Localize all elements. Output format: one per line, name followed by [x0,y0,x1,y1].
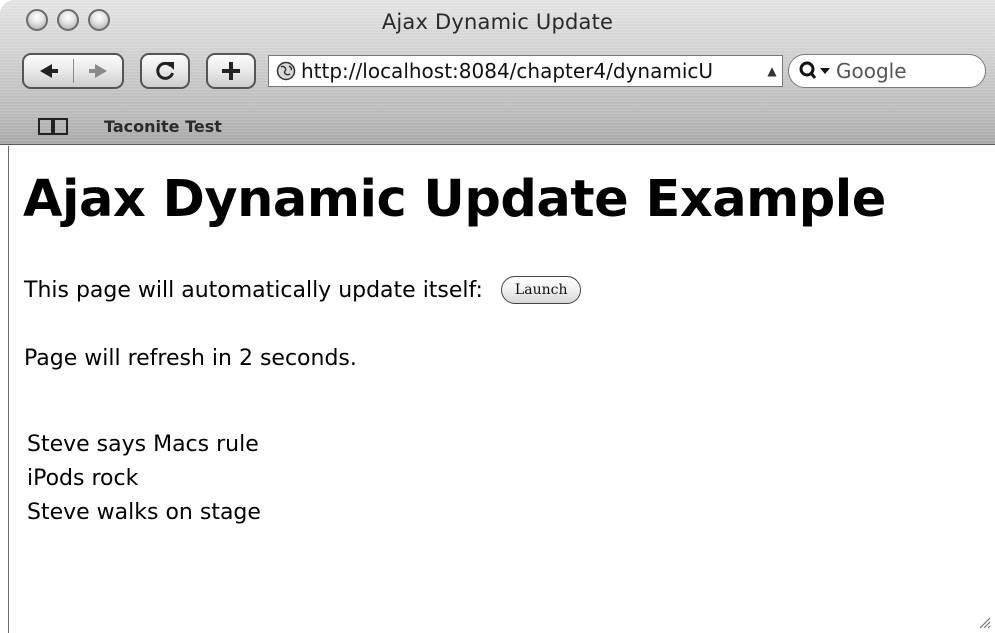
resize-grip-icon[interactable] [975,613,991,629]
search-field[interactable]: Google [788,54,986,88]
back-forward-buttons [22,53,124,89]
list-item: iPods rock [27,466,139,491]
bookmark-taconite-test[interactable]: Taconite Test [104,117,222,136]
book-icon[interactable] [36,116,70,136]
search-icon [799,61,830,79]
forward-button[interactable] [74,55,122,87]
message-list: Steve says Macs rule iPods rock Steve wa… [27,428,261,530]
page-content: Ajax Dynamic Update Example This page wi… [8,146,995,633]
reload-button[interactable] [140,53,190,89]
browser-chrome: Ajax Dynamic Update http://localhost:808… [0,0,995,145]
reload-icon [156,61,174,80]
add-bookmark-icon [222,62,240,80]
browser-window: Ajax Dynamic Update http://localhost:808… [0,0,995,633]
page-title: Ajax Dynamic Update Example [23,170,886,229]
intro-text: This page will automatically update itse… [24,277,483,303]
title-bar: Ajax Dynamic Update [0,0,995,42]
back-arrow-icon [39,64,58,78]
search-placeholder: Google [836,59,907,83]
back-button[interactable] [24,55,73,87]
toolbar: http://localhost:8084/chapter4/dynamicU … [0,50,995,100]
list-item: Steve walks on stage [27,500,261,525]
forward-arrow-icon [89,64,107,78]
add-bookmark-button[interactable] [206,53,256,89]
bookmarks-bar: Taconite Test [0,108,995,144]
address-dropdown-icon[interactable]: ▲ [765,64,779,78]
intro-line: This page will automatically update itse… [24,276,582,304]
refresh-status: Page will refresh in 2 seconds. [24,346,357,371]
window-title: Ajax Dynamic Update [381,10,614,34]
globe-icon [276,61,296,81]
list-item: Steve says Macs rule [27,432,259,457]
address-bar[interactable]: http://localhost:8084/chapter4/dynamicU … [268,55,783,87]
address-url[interactable]: http://localhost:8084/chapter4/dynamicU [301,59,765,83]
launch-button[interactable]: Launch [500,276,582,304]
